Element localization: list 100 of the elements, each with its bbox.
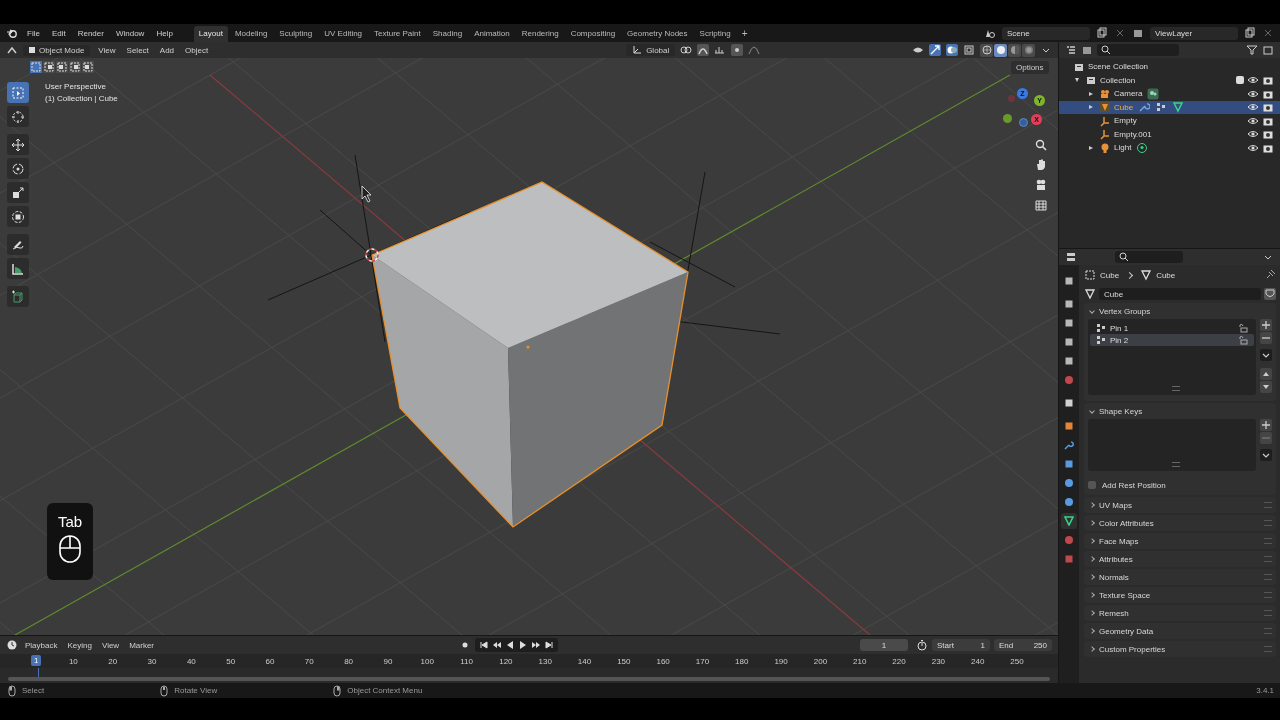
expand-arrow-icon[interactable] [1089, 91, 1093, 96]
selection-mode-button[interactable] [69, 61, 81, 73]
panel-header[interactable]: Geometry Data [1084, 623, 1276, 639]
lock-icon[interactable] [1238, 335, 1248, 345]
filter-icon[interactable] [1246, 44, 1258, 56]
drag-handle-icon[interactable] [1264, 628, 1272, 634]
lock-icon[interactable] [1238, 323, 1248, 333]
move-up-button[interactable] [1260, 368, 1272, 380]
jump-end-icon[interactable] [543, 639, 555, 651]
menu-item[interactable]: Add [156, 45, 178, 55]
tool-button[interactable] [7, 106, 29, 127]
list-item[interactable]: Pin 1 [1090, 322, 1254, 334]
increment-icon[interactable] [714, 44, 727, 56]
workspace-tab[interactable]: Animation [469, 26, 515, 42]
panel-header[interactable]: Face Maps [1084, 533, 1276, 549]
pin-icon[interactable] [1264, 269, 1276, 281]
outliner-row[interactable]: Cube [1059, 100, 1280, 114]
copy-icon[interactable] [1096, 27, 1108, 39]
jump-start-icon[interactable] [478, 639, 490, 651]
next-keyframe-icon[interactable] [530, 639, 542, 651]
orientation-dropdown[interactable]: Global [626, 44, 676, 56]
add-button[interactable] [1260, 319, 1272, 331]
menu-item[interactable]: File [24, 28, 43, 38]
drag-handle-icon[interactable] [1264, 610, 1272, 616]
drag-handle-icon[interactable] [1264, 646, 1272, 652]
overlay-toggle-icon[interactable] [946, 44, 958, 56]
tool-button[interactable] [7, 182, 29, 203]
search-field[interactable] [1115, 251, 1183, 263]
menu-item[interactable]: Window [112, 28, 148, 38]
expand-arrow-icon[interactable] [1089, 105, 1093, 110]
shading-button[interactable] [1008, 43, 1021, 57]
menu-item[interactable]: Keying [64, 640, 95, 650]
workspace-tab[interactable]: Sculpting [274, 26, 318, 42]
scene-field[interactable]: Scene [1002, 26, 1090, 40]
copy-icon[interactable] [1244, 27, 1256, 39]
outliner-row[interactable]: Empty.001 [1059, 127, 1280, 141]
add-workspace-button[interactable]: + [737, 27, 752, 42]
display-mode-icon[interactable] [1081, 44, 1093, 56]
start-frame-field[interactable]: Start 1 [932, 639, 990, 651]
negative-y-handle[interactable] [1003, 114, 1012, 123]
properties-tab[interactable] [1061, 513, 1077, 529]
app-logo-icon[interactable] [6, 28, 18, 38]
negative-x-handle[interactable] [1008, 95, 1015, 102]
pivot-icon[interactable] [680, 44, 693, 56]
drag-handle-icon[interactable] [1264, 574, 1272, 580]
outliner-row[interactable]: Empty [1059, 114, 1280, 128]
outliner-row[interactable]: Camera [1059, 87, 1280, 101]
menu-item[interactable]: View [95, 45, 119, 55]
camera-data-icon[interactable] [1147, 87, 1160, 100]
mode-dropdown[interactable]: Object Mode [23, 44, 91, 56]
move-down-button[interactable] [1260, 381, 1272, 393]
menu-item[interactable]: Marker [126, 640, 158, 650]
menu-item[interactable]: Help [153, 28, 176, 38]
hand-icon[interactable] [1034, 158, 1048, 172]
view-layer-field[interactable]: ViewLayer [1150, 26, 1238, 40]
vertex-group-icon[interactable] [1155, 101, 1168, 114]
tool-button[interactable] [7, 234, 29, 255]
outliner-item[interactable]: Scene Collection [1088, 62, 1149, 72]
panel-header[interactable]: Vertex Groups [1088, 303, 1272, 319]
close-icon[interactable] [1262, 27, 1274, 39]
menu-item[interactable]: Playback [22, 640, 61, 650]
tool-button[interactable] [7, 158, 29, 179]
checkbox-label[interactable]: Add Rest Position [1102, 480, 1166, 490]
options-dropdown[interactable]: Options [1011, 61, 1049, 74]
outliner-item[interactable]: Empty [1114, 116, 1137, 126]
zoom-icon[interactable] [1034, 138, 1048, 152]
tool-button[interactable] [7, 258, 29, 279]
workspace-tab[interactable]: Rendering [516, 26, 564, 42]
workspace-tab[interactable]: Shading [427, 26, 468, 42]
workspace-tab[interactable]: Geometry Nodes [622, 26, 693, 42]
properties-editor-icon[interactable] [1065, 251, 1077, 263]
panel-header[interactable]: Custom Properties [1084, 641, 1276, 657]
stopwatch-icon[interactable] [916, 639, 928, 651]
snap-icon[interactable] [697, 44, 710, 56]
editor-type-icon[interactable] [6, 44, 18, 56]
panel-header[interactable]: Shape Keys [1088, 403, 1272, 419]
outliner-icon[interactable] [1065, 44, 1077, 56]
mesh-browse-icon[interactable] [1084, 288, 1096, 300]
playhead-marker[interactable]: 1 [31, 655, 42, 666]
menu-item[interactable]: View [98, 640, 123, 650]
list-item[interactable]: Pin 2 [1090, 334, 1254, 346]
expand-arrow-icon[interactable] [1089, 145, 1093, 150]
selection-mode-button[interactable] [82, 61, 94, 73]
new-collection-icon[interactable] [1262, 44, 1274, 56]
drag-handle-icon[interactable] [1264, 592, 1272, 598]
panel-header[interactable]: Attributes [1084, 551, 1276, 567]
workspace-tab[interactable]: Texture Paint [369, 26, 426, 42]
menu-item[interactable]: Select [123, 45, 152, 55]
workspace-tab[interactable]: UV Editing [319, 26, 368, 42]
outliner-item[interactable]: Empty.001 [1114, 129, 1152, 139]
wrench-icon[interactable] [1138, 101, 1151, 114]
menu-item[interactable]: Object [182, 45, 212, 55]
outliner-row[interactable]: Light [1059, 141, 1280, 155]
panel-header[interactable]: Normals [1084, 569, 1276, 585]
panel-header[interactable]: UV Maps [1084, 497, 1276, 513]
previous-keyframe-icon[interactable] [491, 639, 503, 651]
mesh-name-field[interactable]: Cube [1099, 288, 1261, 300]
resize-grip-icon[interactable] [1172, 386, 1180, 391]
shield-icon[interactable] [1264, 288, 1276, 300]
shading-button[interactable] [994, 43, 1007, 57]
